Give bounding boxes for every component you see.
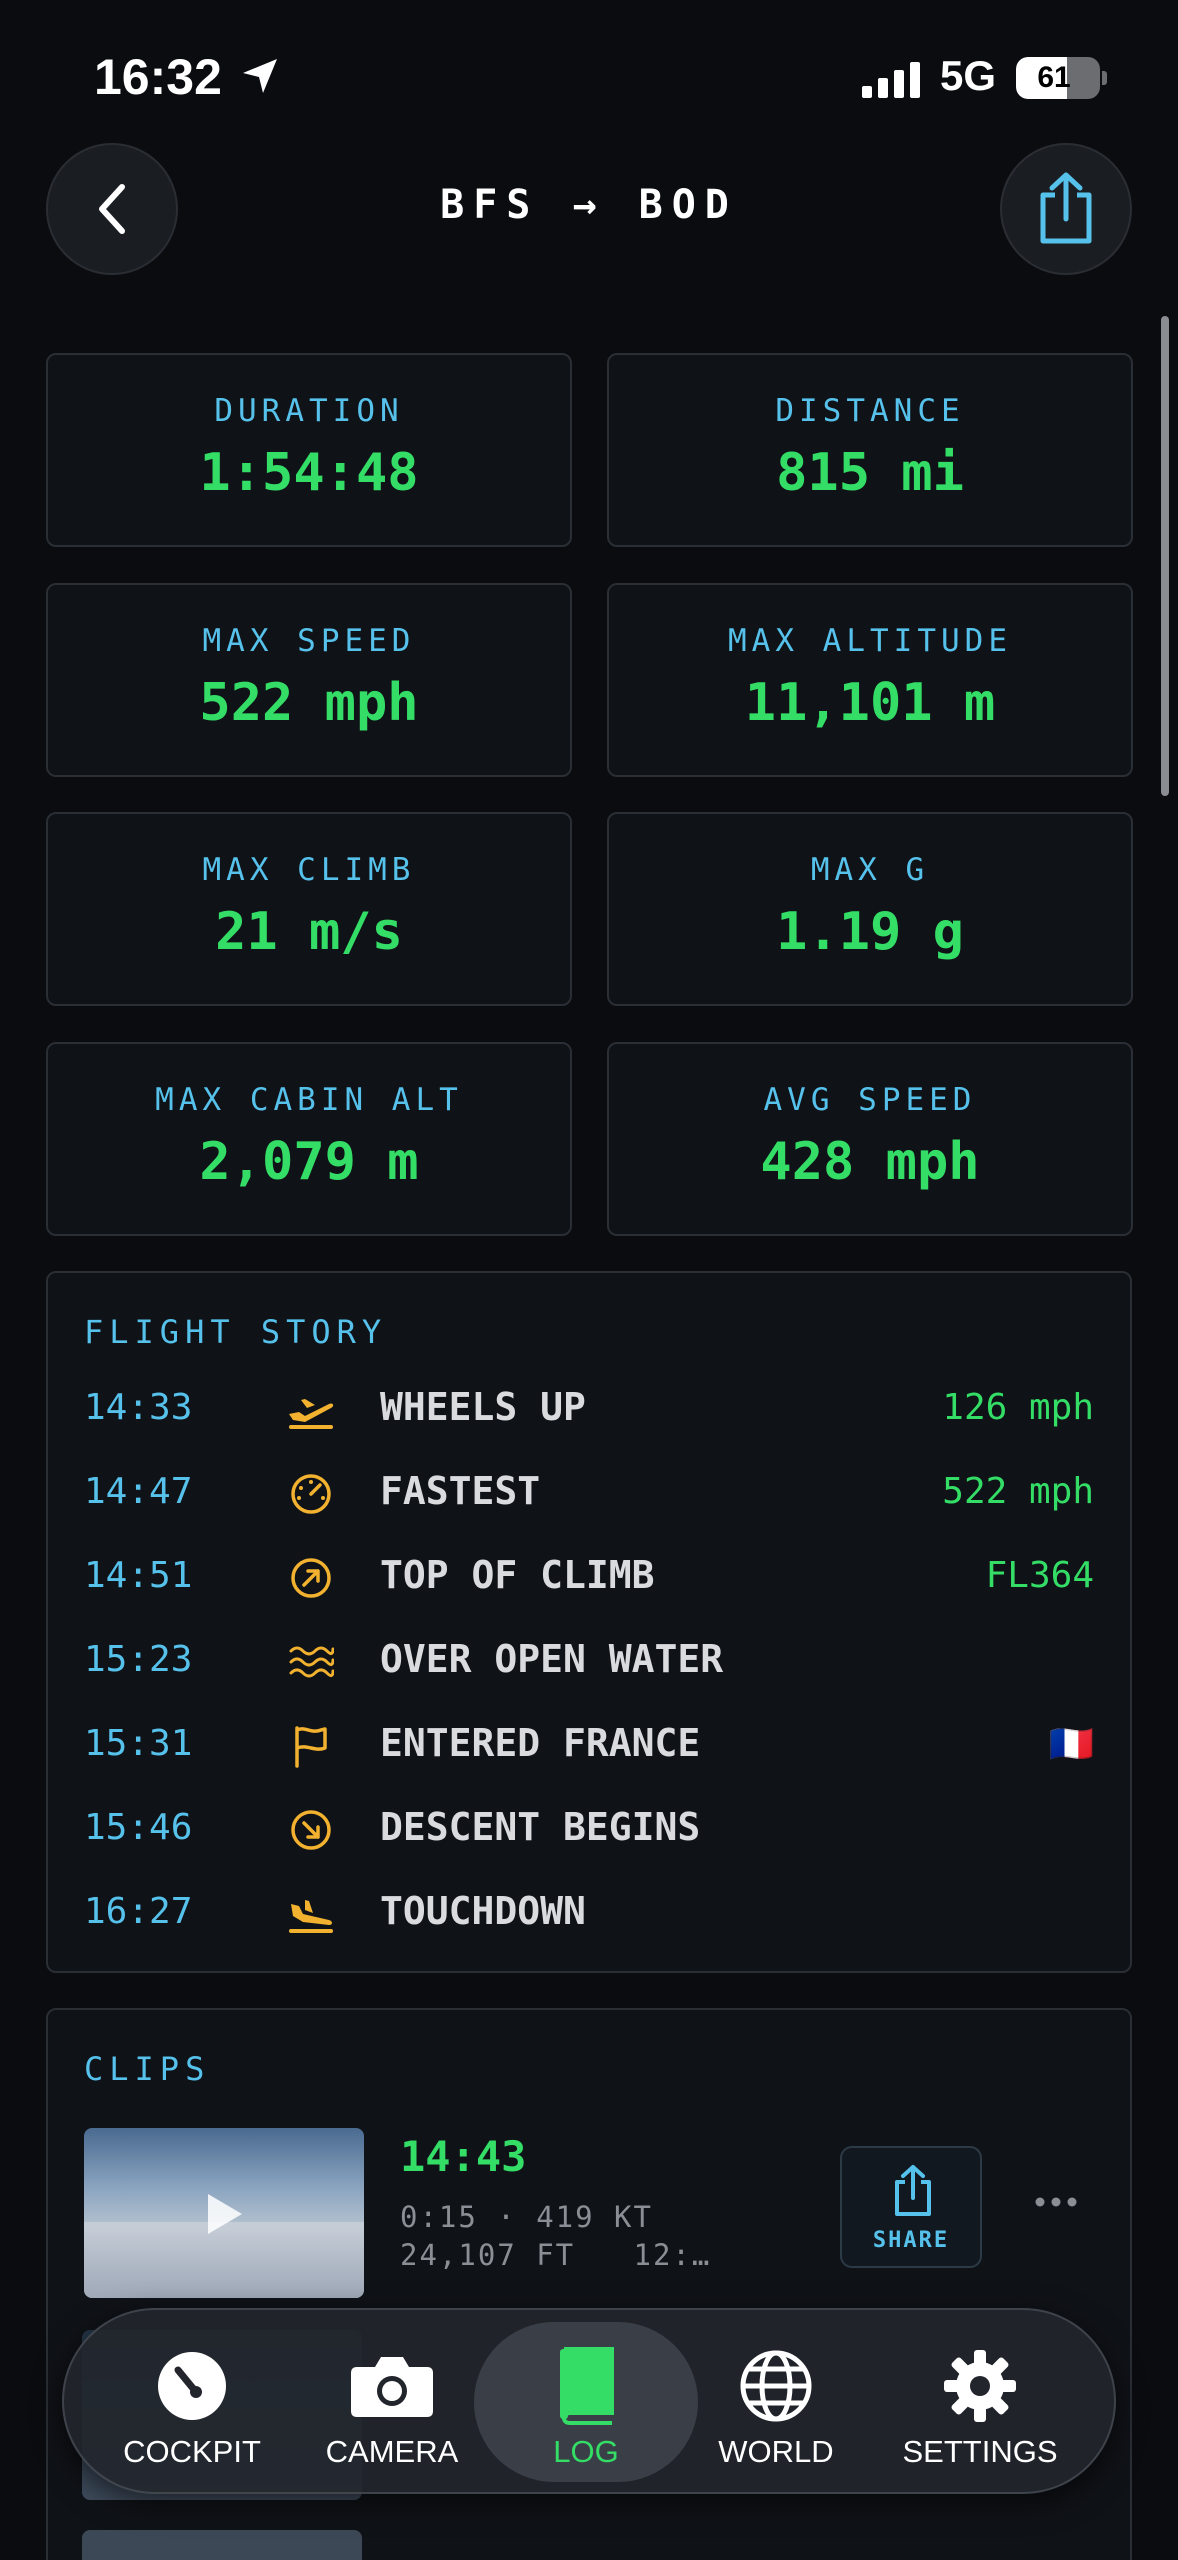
tab-cockpit[interactable]: COCKPIT xyxy=(92,2310,292,2496)
event-label: FASTEST xyxy=(380,1469,541,1513)
stat-label: MAX CLIMB xyxy=(202,852,416,888)
story-row[interactable]: 15:46 DESCENT BEGINS xyxy=(48,1789,1130,1873)
event-time: 14:51 xyxy=(84,1555,193,1596)
clip-meta: 0:15 · 419 KT 24,107 FT 12:… xyxy=(400,2200,712,2272)
stat-value: 1:54:48 xyxy=(199,443,419,503)
clip-thumbnail[interactable] xyxy=(84,2128,364,2298)
stat-distance: DISTANCE 815 mi xyxy=(607,353,1133,547)
battery-icon: 61 xyxy=(1016,57,1100,99)
speedometer-icon xyxy=(284,1467,338,1521)
stat-label: DISTANCE xyxy=(775,393,965,429)
tab-log[interactable]: LOG xyxy=(486,2310,686,2496)
event-time: 15:23 xyxy=(84,1639,193,1680)
stat-label: AVG SPEED xyxy=(763,1082,977,1118)
gauge-icon xyxy=(92,2346,292,2426)
stat-label: MAX G xyxy=(810,852,930,888)
share-icon xyxy=(1040,172,1092,244)
stat-max-speed: MAX SPEED 522 mph xyxy=(46,583,572,777)
stat-avg-speed: AVG SPEED 428 mph xyxy=(607,1042,1133,1236)
status-bar: 16:32 5G 61 xyxy=(0,0,1178,150)
stat-label: MAX CABIN ALT xyxy=(155,1082,463,1118)
battery-percent: 61 xyxy=(1037,61,1071,94)
story-row[interactable]: 15:23 OVER OPEN WATER xyxy=(48,1621,1130,1705)
clip-thumbnail-partial[interactable] xyxy=(82,2530,362,2560)
stat-value: 815 mi xyxy=(776,443,964,503)
gear-icon xyxy=(880,2346,1080,2426)
stat-max-cabin-alt: MAX CABIN ALT 2,079 m xyxy=(46,1042,572,1236)
camera-icon xyxy=(292,2346,492,2426)
stat-value: 428 mph xyxy=(760,1132,980,1192)
event-label: TOUCHDOWN xyxy=(380,1889,586,1933)
story-row[interactable]: 15:31 ENTERED FRANCE 🇫🇷 xyxy=(48,1705,1130,1789)
stat-max-g: MAX G 1.19 g xyxy=(607,812,1133,1006)
clip-time: 14:43 xyxy=(400,2132,527,2181)
status-time: 16:32 xyxy=(94,49,222,105)
arrow-up-right-circle-icon xyxy=(284,1551,338,1605)
story-row[interactable]: 16:27 TOUCHDOWN xyxy=(48,1873,1130,1957)
event-time: 15:31 xyxy=(84,1723,193,1764)
event-time: 16:27 xyxy=(84,1891,193,1932)
globe-icon xyxy=(676,2346,876,2426)
tab-label: COCKPIT xyxy=(123,2434,261,2469)
tab-label: CAMERA xyxy=(325,2434,459,2469)
stat-label: MAX ALTITUDE xyxy=(728,623,1012,659)
flag-france: 🇫🇷 xyxy=(1049,1724,1094,1765)
event-label: DESCENT BEGINS xyxy=(380,1805,701,1849)
share-button[interactable] xyxy=(1000,143,1132,275)
event-label: TOP OF CLIMB xyxy=(380,1553,655,1597)
event-time: 15:46 xyxy=(84,1807,193,1848)
flight-story-panel: FLIGHT STORY 14:33 WHEELS UP 126 mph 14:… xyxy=(46,1271,1132,1973)
section-title: FLIGHT STORY xyxy=(84,1313,388,1351)
stat-label: DURATION xyxy=(214,393,404,429)
network-type: 5G xyxy=(940,52,997,99)
tab-bar: COCKPIT CAMERA LOG WORLD SETTINGS xyxy=(62,2308,1116,2494)
event-label: ENTERED FRANCE xyxy=(380,1721,701,1765)
event-time: 14:33 xyxy=(84,1387,193,1428)
event-time: 14:47 xyxy=(84,1471,193,1512)
clip-share-button[interactable]: SHARE xyxy=(840,2146,982,2268)
event-value: 126 mph xyxy=(942,1387,1094,1428)
story-row[interactable]: 14:47 FASTEST 522 mph xyxy=(48,1453,1130,1537)
tab-label: LOG xyxy=(553,2434,619,2469)
arrow-down-right-circle-icon xyxy=(284,1803,338,1857)
section-title: CLIPS xyxy=(84,2050,211,2088)
share-icon xyxy=(895,2165,931,2216)
tab-world[interactable]: WORLD xyxy=(676,2310,876,2496)
event-label: OVER OPEN WATER xyxy=(380,1637,724,1681)
battery-tip xyxy=(1102,71,1107,85)
tab-camera[interactable]: CAMERA xyxy=(292,2310,492,2496)
waves-icon xyxy=(284,1635,338,1689)
stat-max-climb: MAX CLIMB 21 m/s xyxy=(46,812,572,1006)
stat-value: 11,101 m xyxy=(744,673,996,733)
takeoff-icon xyxy=(284,1383,338,1437)
stat-label: MAX SPEED xyxy=(202,623,416,659)
tab-label: SETTINGS xyxy=(902,2434,1058,2469)
stat-value: 21 m/s xyxy=(215,902,403,962)
landing-icon xyxy=(284,1887,338,1941)
more-options-icon[interactable] xyxy=(1034,2196,1078,2208)
stat-value: 1.19 g xyxy=(776,902,964,962)
share-label: SHARE xyxy=(872,2228,950,2253)
flag-icon xyxy=(284,1719,338,1773)
signal-icon xyxy=(862,62,920,98)
event-value: 522 mph xyxy=(942,1471,1094,1512)
tab-settings[interactable]: SETTINGS xyxy=(880,2310,1080,2496)
play-icon xyxy=(208,2194,242,2234)
event-label: WHEELS UP xyxy=(380,1385,586,1429)
story-row[interactable]: 14:51 TOP OF CLIMB FL364 xyxy=(48,1537,1130,1621)
location-arrow-icon xyxy=(243,59,277,93)
stat-value: 2,079 m xyxy=(199,1132,419,1192)
event-value: FL364 xyxy=(985,1555,1094,1596)
book-icon xyxy=(486,2346,686,2426)
stat-max-altitude: MAX ALTITUDE 11,101 m xyxy=(607,583,1133,777)
stat-duration: DURATION 1:54:48 xyxy=(46,353,572,547)
story-row[interactable]: 14:33 WHEELS UP 126 mph xyxy=(48,1369,1130,1453)
scroll-indicator[interactable] xyxy=(1161,316,1169,796)
tab-label: WORLD xyxy=(718,2434,834,2469)
stat-value: 522 mph xyxy=(199,673,419,733)
